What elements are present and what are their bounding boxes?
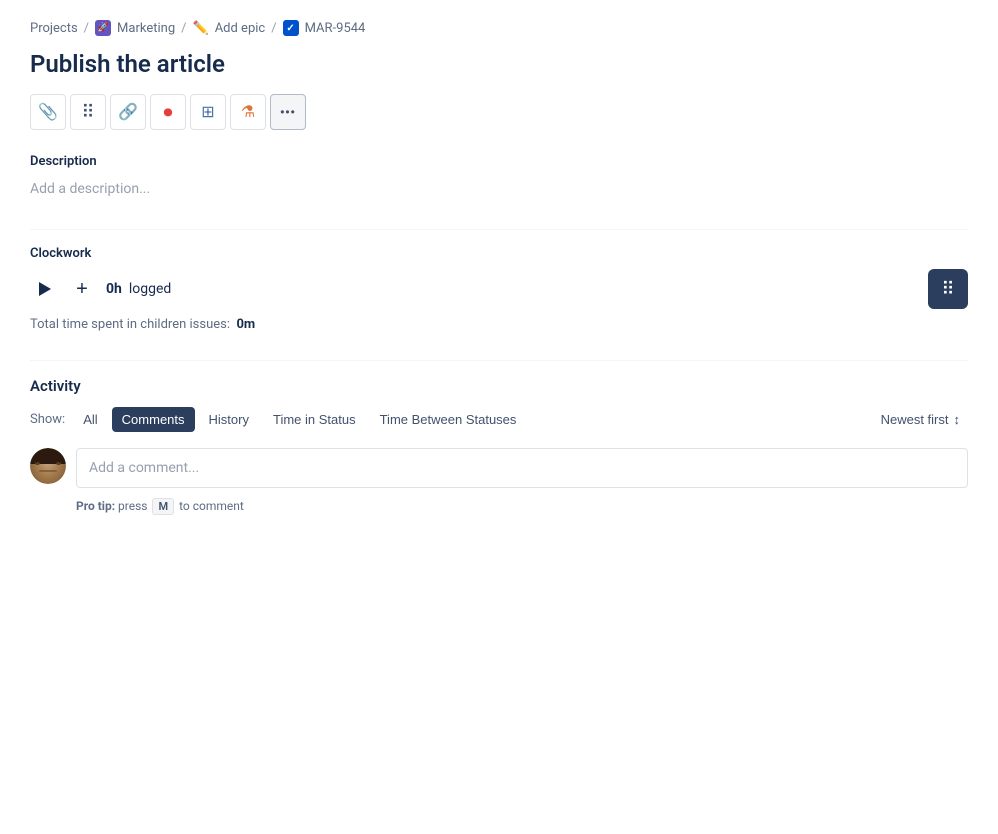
more-button[interactable]: •••: [270, 94, 306, 130]
link-icon: 🔗: [118, 102, 138, 122]
description-placeholder[interactable]: Add a description...: [30, 177, 968, 201]
divider-2: [30, 360, 968, 361]
total-time-text: Total time spent in children issues: 0m: [30, 317, 968, 332]
link-button[interactable]: 🔗: [110, 94, 146, 130]
add-time-button[interactable]: +: [68, 275, 96, 303]
page-wrapper: Projects / 🚀 Marketing / ✏️ Add epic / ✓…: [0, 0, 998, 834]
flask-icon: ⚗: [241, 102, 255, 122]
comment-placeholder: Add a comment...: [89, 460, 199, 476]
clockwork-section: Clockwork + 0h logged ⠿ Total time spent…: [30, 246, 968, 332]
breadcrumb-sep-3: /: [271, 21, 276, 36]
breadcrumb-sep-1: /: [84, 21, 89, 36]
breadcrumb-sep-2: /: [181, 21, 186, 36]
total-time-value: 0m: [236, 317, 255, 332]
clockwork-label: Clockwork: [30, 246, 968, 261]
page-title: Publish the article: [30, 50, 968, 78]
marketing-project-icon: 🚀: [95, 20, 111, 36]
user-avatar: [30, 448, 66, 484]
logged-hours: 0h: [106, 281, 122, 297]
hierarchy-view-button[interactable]: ⠿: [928, 269, 968, 309]
breadcrumb: Projects / 🚀 Marketing / ✏️ Add epic / ✓…: [30, 20, 968, 36]
activity-tabs-row: Show: All Comments History Time in Statu…: [30, 407, 968, 432]
breadcrumb-marketing[interactable]: Marketing: [117, 21, 175, 36]
tab-all[interactable]: All: [73, 407, 107, 432]
toolbar: 📎 ⠿ 🔗 ⏺ ⊞ ⚗ •••: [30, 94, 968, 130]
hierarchy-icon: ⠿: [81, 102, 94, 123]
pencil-icon: ✏️: [193, 21, 209, 36]
description-label: Description: [30, 154, 968, 169]
issue-type-icon: ✓: [283, 20, 299, 36]
logged-text: 0h logged: [106, 281, 171, 297]
breadcrumb-epic-link[interactable]: Add epic: [215, 21, 266, 36]
tab-time-between-statuses[interactable]: Time Between Statuses: [370, 407, 527, 432]
play-icon: [39, 282, 51, 296]
table-icon: ⊞: [201, 102, 214, 122]
attachment-icon: 📎: [38, 102, 58, 122]
tab-comments[interactable]: Comments: [112, 407, 195, 432]
comment-area: Add a comment...: [30, 448, 968, 488]
attach-button[interactable]: 📎: [30, 94, 66, 130]
activity-header: Activity: [30, 377, 968, 395]
sort-order-button[interactable]: Newest first ↕: [873, 407, 968, 432]
breadcrumb-issue-link[interactable]: MAR-9544: [305, 21, 366, 36]
record-icon: ⏺: [164, 102, 173, 123]
structure-button[interactable]: ⠿: [70, 94, 106, 130]
clockwork-row: + 0h logged ⠿: [30, 269, 968, 309]
pro-tip: Pro tip: press M to comment: [76, 498, 968, 515]
plus-icon: +: [76, 278, 88, 301]
more-icon: •••: [280, 105, 296, 119]
tab-history[interactable]: History: [199, 407, 259, 432]
comment-input[interactable]: Add a comment...: [76, 448, 968, 488]
table-button[interactable]: ⊞: [190, 94, 226, 130]
breadcrumb-issue: ✓: [283, 20, 299, 36]
divider-1: [30, 229, 968, 230]
play-button[interactable]: [30, 275, 58, 303]
avatar: [30, 448, 66, 484]
show-label: Show:: [30, 412, 65, 427]
tabs-group: All Comments History Time in Status Time…: [73, 407, 872, 432]
tab-time-in-status[interactable]: Time in Status: [263, 407, 366, 432]
sort-label: Newest first: [881, 412, 949, 427]
record-button[interactable]: ⏺: [150, 94, 186, 130]
breadcrumb-projects[interactable]: Projects: [30, 21, 78, 36]
flask-button[interactable]: ⚗: [230, 94, 266, 130]
keyboard-shortcut-m: M: [152, 498, 174, 515]
description-section: Description Add a description...: [30, 154, 968, 201]
sort-icon: ↕: [954, 412, 961, 427]
pro-tip-label: Pro tip:: [76, 499, 115, 513]
hierarchy-view-icon: ⠿: [941, 279, 954, 300]
activity-section: Activity Show: All Comments History Time…: [30, 377, 968, 515]
breadcrumb-epic: ✏️: [193, 21, 209, 36]
